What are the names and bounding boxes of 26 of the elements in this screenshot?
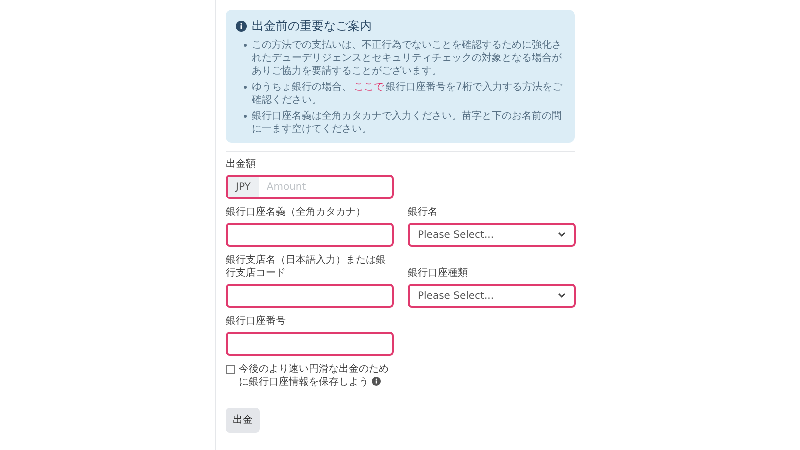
info-icon [372, 377, 381, 386]
text-field[interactable] [226, 332, 394, 356]
chevron-down-icon [558, 232, 566, 238]
currency-prefix: JPY [228, 177, 259, 197]
field-label: 銀行口座番号 [226, 315, 287, 328]
save-label: 今後のより速い円滑な出金のために銀行口座情報を保存しよう [239, 363, 390, 389]
notice-title: 出金前の重要なご案内 [252, 18, 372, 35]
field-label: 銀行口座名義（全角カタカナ） [226, 206, 367, 219]
select-field[interactable]: Please Select... [408, 223, 576, 247]
withdraw-button[interactable]: 出金 [226, 408, 260, 433]
here-link[interactable]: ここで [354, 82, 384, 93]
field-label: 出金額 [226, 158, 257, 171]
info-icon [236, 20, 247, 32]
field-label: 銀行名 [408, 206, 439, 219]
notice-item: ゆうちょ銀行の場合、 ここで 銀行口座番号を7桁で入力する方法をご確認ください。 [252, 81, 564, 107]
text-field[interactable] [226, 223, 394, 247]
field-label: 銀行口座種類 [408, 267, 469, 280]
field-label: 銀行支店名（日本語入力）または銀行支店コード [226, 254, 387, 280]
select-field[interactable]: Please Select... [408, 284, 576, 308]
amount-input[interactable]: Amount [258, 180, 392, 194]
save-checkbox[interactable] [226, 365, 235, 374]
notice-item: この方法での支払いは、不正行為でないことを確認するために強化されたデューデリジェンスとセキュリティチェックの対象となる場合がありご協力を要請することがございます。 [252, 39, 563, 78]
amount-field[interactable]: JPY Amount [226, 175, 394, 199]
chevron-down-icon [558, 293, 566, 299]
text-field[interactable] [226, 284, 394, 308]
notice-item: 銀行口座名義は全角カタカナで入力ください。苗字と下のお名前の間に一ます空けてください。 [252, 110, 563, 136]
